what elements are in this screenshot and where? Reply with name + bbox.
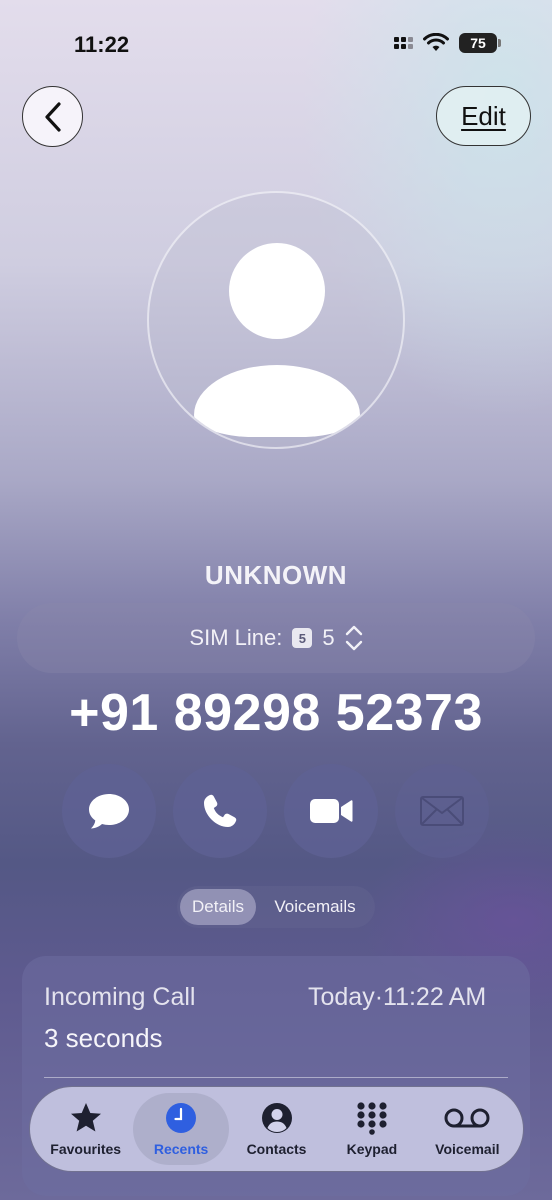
clock-icon: [166, 1103, 197, 1133]
sim-badge: 5: [292, 628, 313, 648]
message-bubble-icon: [89, 794, 129, 829]
tab-recents[interactable]: Recents: [133, 1093, 229, 1165]
tab-bar: Favourites Recents Contacts Keypad Voice…: [29, 1086, 524, 1172]
tab-label: Favourites: [50, 1141, 122, 1157]
message-button[interactable]: [62, 764, 156, 858]
video-call-button[interactable]: [284, 764, 378, 858]
star-icon: [70, 1103, 101, 1132]
person-circle-icon: [261, 1103, 292, 1133]
chevron-left-icon: [44, 101, 61, 132]
sim-line-label: SIM Line:: [189, 625, 283, 650]
battery-level: 75: [470, 35, 486, 51]
details-voicemails-segmented-control: Details Voicemails: [177, 886, 375, 928]
battery-icon: 75: [459, 33, 501, 53]
tab-contacts[interactable]: Contacts: [229, 1093, 324, 1165]
tab-voicemail[interactable]: Voicemail: [420, 1093, 515, 1165]
sim-line-selector[interactable]: SIM Line: 5 5: [17, 603, 535, 673]
tab-voicemails[interactable]: Voicemails: [260, 889, 370, 925]
status-time: 11:22: [74, 32, 130, 57]
avatar-body-shape: [194, 365, 360, 437]
divider: [44, 1077, 508, 1078]
cellular-signal-icon: [394, 37, 413, 49]
tab-label: Contacts: [246, 1141, 307, 1157]
phone-icon: [204, 794, 237, 827]
action-buttons: [62, 764, 489, 858]
voicemail-icon: [444, 1108, 490, 1128]
status-icons: 75: [394, 33, 501, 53]
tab-label: Keypad: [346, 1141, 398, 1157]
call-time: Today·11:22 AM: [308, 983, 487, 1011]
tab-keypad[interactable]: Keypad: [324, 1093, 419, 1165]
edit-button[interactable]: Edit: [436, 86, 531, 146]
tab-label: Voicemail: [435, 1141, 500, 1157]
avatar-head-shape: [229, 243, 325, 339]
keypad-icon: [357, 1102, 387, 1135]
contact-avatar: [147, 191, 405, 449]
tab-favourites[interactable]: Favourites: [38, 1093, 133, 1165]
call-duration: 3 seconds: [44, 1023, 163, 1053]
phone-number: +91 89298 52373: [69, 684, 483, 742]
video-camera-icon: [310, 799, 353, 823]
tab-details[interactable]: Details: [180, 889, 256, 925]
call-type: Incoming Call: [44, 983, 196, 1011]
back-button[interactable]: [22, 86, 83, 147]
call-button[interactable]: [173, 764, 267, 858]
mail-button[interactable]: [395, 764, 489, 858]
tab-label: Recents: [153, 1141, 209, 1157]
chevron-up-down-icon: [345, 625, 362, 651]
envelope-icon: [420, 796, 464, 826]
sim-line-value: 5: [322, 625, 335, 650]
contact-name: UNKNOWN: [204, 560, 348, 590]
wifi-icon: [423, 33, 449, 51]
